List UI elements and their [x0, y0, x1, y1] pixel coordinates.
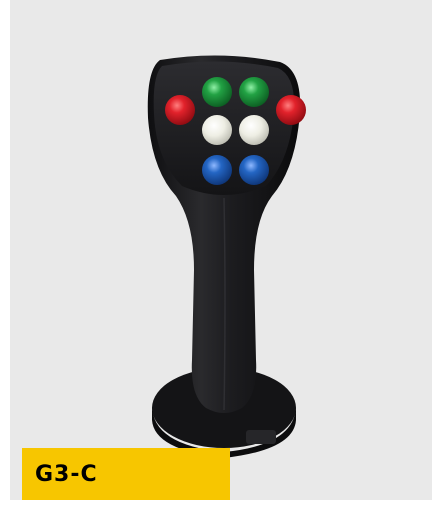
product-photo-panel: G3-C	[10, 0, 432, 500]
blue-button-left	[202, 155, 232, 185]
white-button-left	[202, 115, 232, 145]
white-button-right	[239, 115, 269, 145]
joystick-grip-image	[147, 55, 306, 458]
green-button-left	[202, 77, 232, 107]
model-label: G3-C	[35, 462, 98, 487]
blue-button-right	[239, 155, 269, 185]
image-frame: G3-C	[0, 0, 442, 510]
cable-port	[246, 430, 276, 444]
green-button-right	[239, 77, 269, 107]
red-button-left	[165, 95, 195, 125]
model-label-banner: G3-C	[22, 448, 230, 500]
red-button-right	[276, 95, 306, 125]
